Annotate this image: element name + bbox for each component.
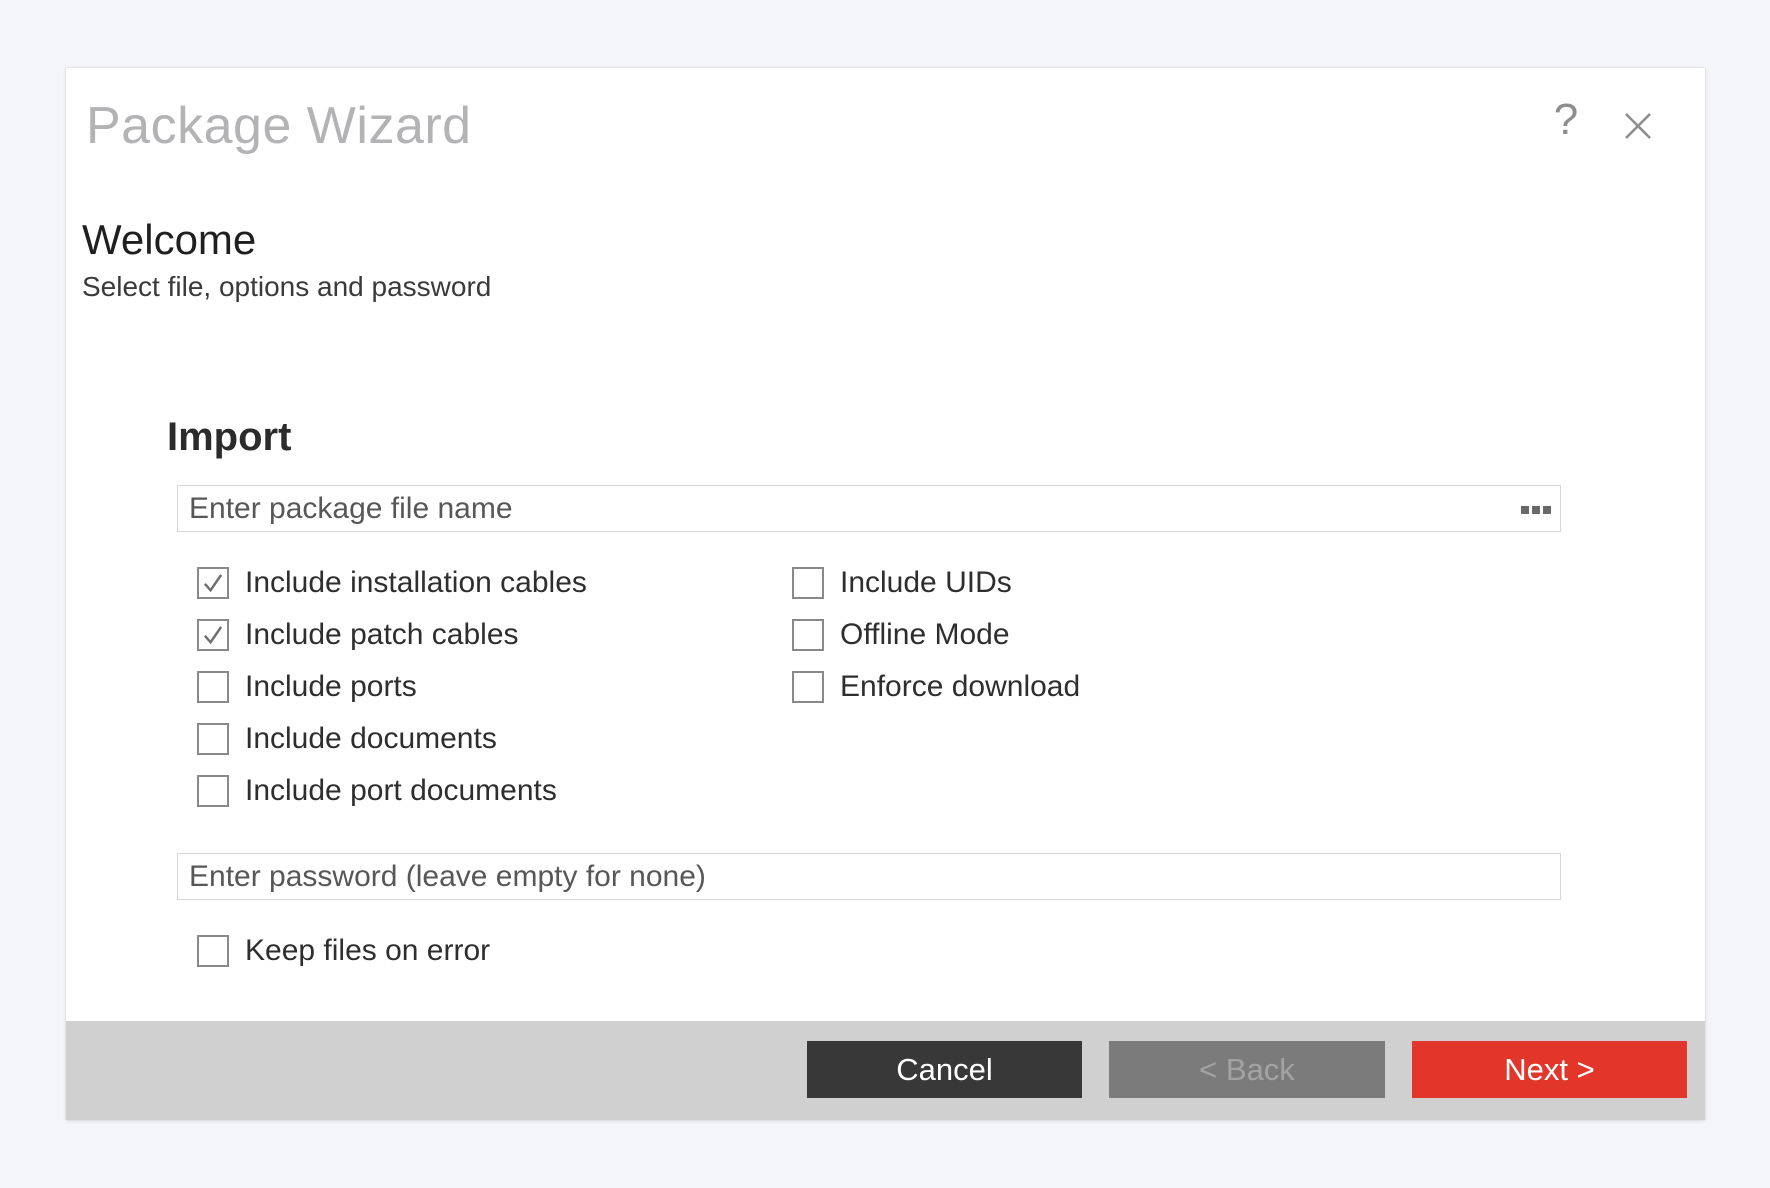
help-button[interactable]: ? bbox=[1544, 94, 1588, 146]
checkmark-icon bbox=[200, 570, 226, 596]
checkbox-label: Include patch cables bbox=[245, 618, 519, 652]
checkbox[interactable] bbox=[197, 619, 229, 651]
options-column-left: Include installation cables Include patc… bbox=[197, 567, 587, 827]
checkbox-label: Keep files on error bbox=[245, 934, 490, 968]
options-column-right: Include UIDs Offline Mode Enforce downlo… bbox=[792, 567, 1080, 723]
checkbox[interactable] bbox=[792, 671, 824, 703]
checkbox-label: Include UIDs bbox=[840, 566, 1012, 600]
page-subtitle: Select file, options and password bbox=[82, 271, 491, 303]
checkbox-row: Include documents bbox=[197, 723, 587, 755]
next-button[interactable]: Next > bbox=[1412, 1041, 1687, 1098]
cancel-button[interactable]: Cancel bbox=[807, 1041, 1082, 1098]
ellipsis-icon bbox=[1543, 506, 1551, 514]
checkbox[interactable] bbox=[197, 775, 229, 807]
window-title: Package Wizard bbox=[86, 96, 472, 156]
checkbox-row: Keep files on error bbox=[197, 935, 490, 967]
password-input[interactable] bbox=[177, 853, 1561, 900]
checkbox-row: Include patch cables bbox=[197, 619, 587, 651]
close-icon bbox=[1620, 108, 1656, 144]
checkbox-row: Include installation cables bbox=[197, 567, 587, 599]
checkbox-row: Offline Mode bbox=[792, 619, 1080, 651]
package-wizard-dialog: Package Wizard ? Welcome Select file, op… bbox=[66, 68, 1705, 1120]
browse-button[interactable] bbox=[1516, 501, 1556, 519]
checkbox[interactable] bbox=[792, 619, 824, 651]
ellipsis-icon bbox=[1521, 506, 1529, 514]
checkbox-label: Include installation cables bbox=[245, 566, 587, 600]
page-title: Welcome bbox=[82, 216, 256, 264]
checkbox[interactable] bbox=[197, 723, 229, 755]
checkbox-label: Include documents bbox=[245, 722, 497, 756]
checkbox-label: Enforce download bbox=[840, 670, 1080, 704]
checkbox-label: Offline Mode bbox=[840, 618, 1010, 652]
close-button[interactable] bbox=[1618, 106, 1658, 146]
checkbox-row: Enforce download bbox=[792, 671, 1080, 703]
help-icon: ? bbox=[1554, 95, 1578, 145]
checkbox[interactable] bbox=[792, 567, 824, 599]
checkbox-row: Include ports bbox=[197, 671, 587, 703]
checkbox-label: Include port documents bbox=[245, 774, 557, 808]
import-section-title: Import bbox=[167, 415, 291, 460]
checkbox[interactable] bbox=[197, 671, 229, 703]
ellipsis-icon bbox=[1532, 506, 1540, 514]
footer-bar: Cancel < Back Next > bbox=[66, 1021, 1705, 1120]
checkbox-row: Include port documents bbox=[197, 775, 587, 807]
checkbox-label: Include ports bbox=[245, 670, 417, 704]
back-button[interactable]: < Back bbox=[1109, 1041, 1385, 1098]
checkbox-row: Include UIDs bbox=[792, 567, 1080, 599]
keep-files-option: Keep files on error bbox=[197, 935, 490, 987]
checkbox[interactable] bbox=[197, 935, 229, 967]
checkbox[interactable] bbox=[197, 567, 229, 599]
package-file-input[interactable] bbox=[177, 485, 1561, 532]
checkmark-icon bbox=[200, 622, 226, 648]
